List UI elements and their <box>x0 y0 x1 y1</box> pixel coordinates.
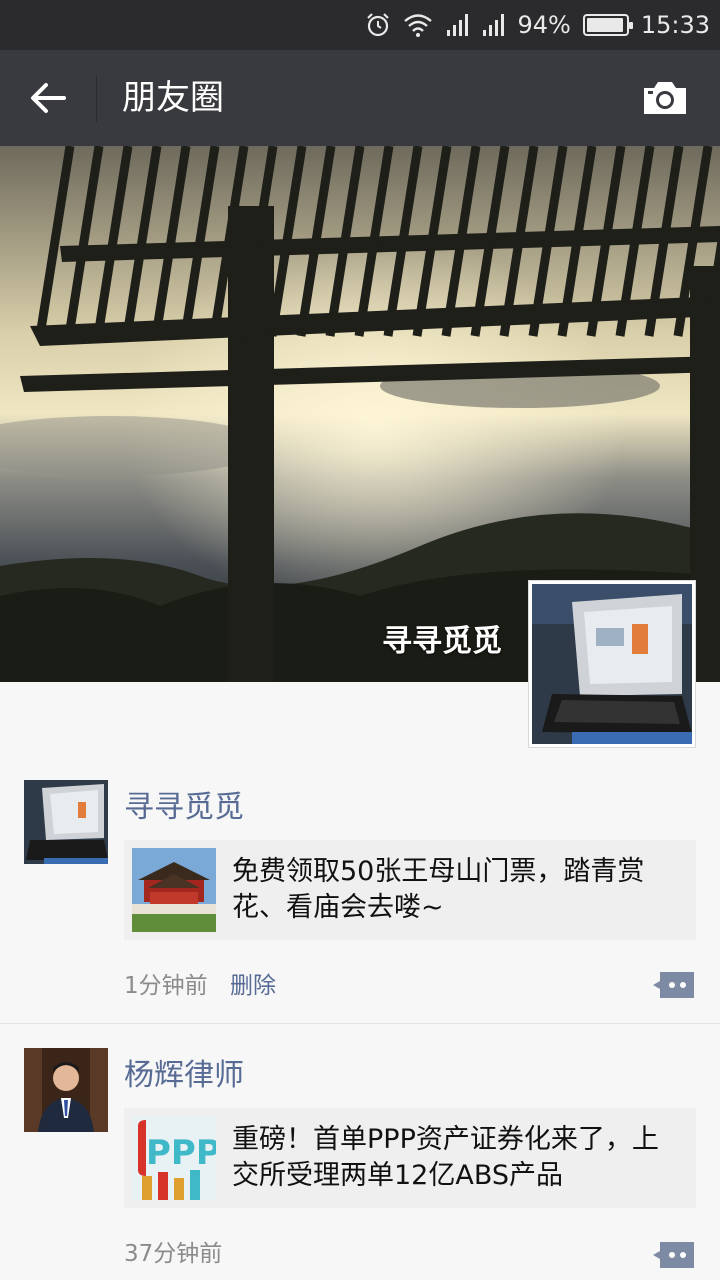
post-time: 37分钟前 <box>124 1241 223 1267</box>
battery-fill <box>586 18 623 32</box>
moments-feed: 寻寻觅觅 免费领取50张王母山门票，踏青赏花、看庙会去喽~ 1分钟前 删除 杨辉… <box>0 748 720 1280</box>
battery-percent: 94% <box>517 11 571 39</box>
page-title: 朋友圈 <box>122 78 224 118</box>
camera-icon <box>644 82 686 114</box>
signal-icon <box>447 14 469 36</box>
back-button[interactable] <box>24 74 74 122</box>
shared-link-card[interactable]: 免费领取50张王母山门票，踏青赏花、看庙会去喽~ <box>124 840 696 940</box>
link-title: 重磅！首单PPP资产证券化来了，上交所受理两单12亿ABS产品 <box>232 1124 659 1191</box>
profile-avatar[interactable] <box>528 580 696 748</box>
cover-user-name: 寻寻觅觅 <box>382 624 502 659</box>
author-name[interactable]: 寻寻觅觅 <box>124 782 244 826</box>
moment-post: 寻寻觅觅 免费领取50张王母山门票，踏青赏花、看庙会去喽~ 1分钟前 删除 <box>0 748 720 1024</box>
shared-link-card[interactable]: PPP 重磅！首单PPP资产证券化来了，上交所受理两单12亿ABS产品 <box>124 1108 696 1208</box>
title-divider <box>96 76 97 122</box>
link-title: 免费领取50张王母山门票，踏青赏花、看庙会去喽~ <box>232 856 645 923</box>
author-name[interactable]: 杨辉律师 <box>124 1050 244 1094</box>
comment-button[interactable] <box>652 970 696 1000</box>
clock: 15:33 <box>640 11 710 39</box>
comment-icon <box>653 1242 694 1268</box>
arrow-left-icon <box>31 83 66 113</box>
comment-button[interactable] <box>652 1240 696 1270</box>
comment-icon <box>653 972 694 998</box>
link-thumbnail <box>132 848 216 932</box>
camera-button[interactable] <box>640 78 690 118</box>
signal-icon <box>483 14 505 36</box>
delete-link[interactable]: 删除 <box>230 966 276 1000</box>
moment-post: 杨辉律师 PPP 重磅！首单PPP资产证券化来了，上交所受理两单12亿ABS产品… <box>0 1024 720 1280</box>
author-avatar[interactable] <box>24 1048 108 1132</box>
battery-icon <box>582 14 633 36</box>
wifi-icon <box>404 14 433 37</box>
svg-text:PPP: PPP <box>146 1133 216 1173</box>
alarm-icon <box>367 13 390 37</box>
status-bar: 94% 15:33 <box>0 0 720 50</box>
title-bar: 朋友圈 <box>0 50 720 146</box>
link-thumbnail: PPP <box>132 1116 216 1200</box>
moments-page: 94% 15:33 朋友圈 寻寻觅觅 寻寻觅觅 免费领取50张王母山门票，踏青赏… <box>0 0 720 1280</box>
author-avatar[interactable] <box>24 780 108 864</box>
post-time: 1分钟前 <box>124 973 208 999</box>
